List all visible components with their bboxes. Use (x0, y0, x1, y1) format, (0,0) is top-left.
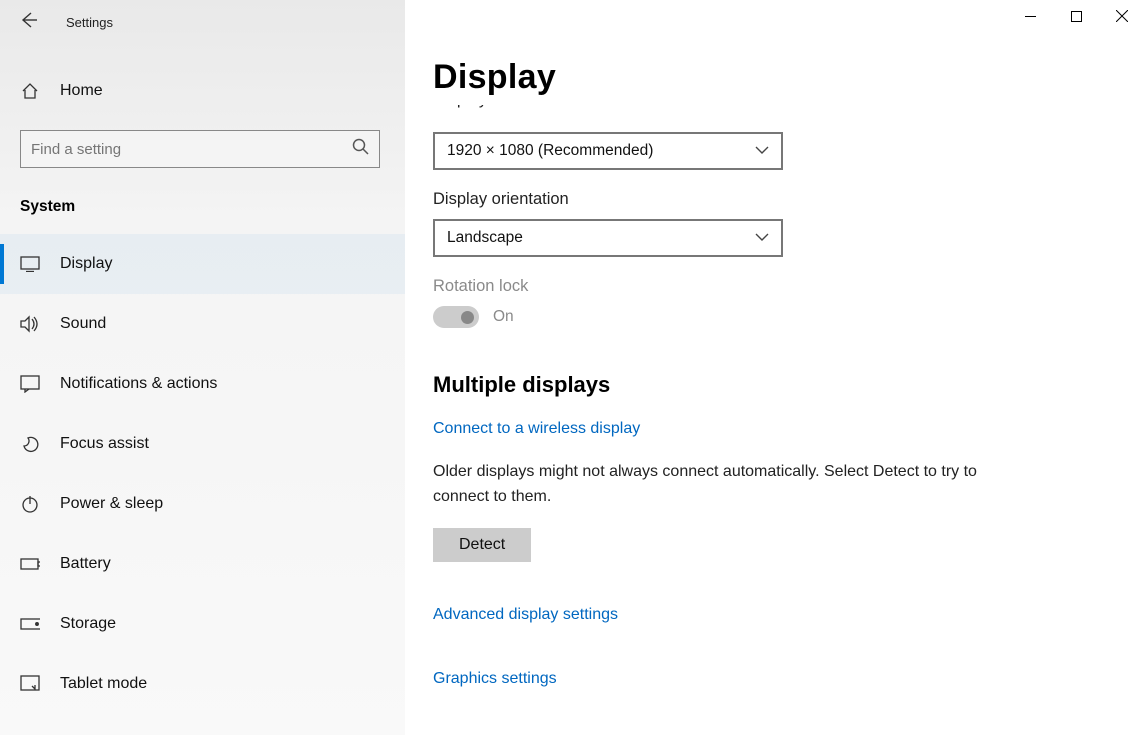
nav-item-display[interactable]: Display (0, 234, 405, 294)
resolution-label: Display resolution (433, 105, 1105, 122)
rotation-lock-toggle[interactable] (433, 306, 479, 328)
nav-item-notifications[interactable]: Notifications & actions (0, 354, 405, 414)
nav-item-label: Power & sleep (60, 495, 163, 513)
nav-item-label: Display (60, 255, 112, 273)
sidebar-category: System (20, 198, 405, 216)
nav-item-label: Storage (60, 615, 116, 633)
connect-wireless-link[interactable]: Connect to a wireless display (433, 420, 640, 438)
display-icon (20, 256, 40, 272)
search-box[interactable] (20, 130, 380, 168)
search-input[interactable] (31, 141, 341, 158)
detect-button[interactable]: Detect (433, 528, 531, 562)
rotation-lock-label: Rotation lock (433, 277, 1105, 296)
nav-item-focus-assist[interactable]: Focus assist (0, 414, 405, 474)
back-button[interactable] (18, 10, 38, 35)
sound-icon (20, 315, 40, 333)
nav-item-power-sleep[interactable]: Power & sleep (0, 474, 405, 534)
nav-item-label: Tablet mode (60, 675, 147, 693)
search-icon (352, 138, 369, 160)
tablet-mode-icon (20, 675, 40, 693)
nav-list: Display Sound Notifications & actions (0, 234, 405, 714)
graphics-settings-link[interactable]: Graphics settings (433, 670, 1105, 688)
page-title: Display (433, 58, 1105, 97)
nav-item-label: Focus assist (60, 435, 149, 453)
nav-item-sound[interactable]: Sound (0, 294, 405, 354)
nav-home[interactable]: Home (0, 66, 405, 116)
nav-item-label: Notifications & actions (60, 375, 217, 393)
nav-item-label: Battery (60, 555, 111, 573)
sidebar: Settings Home System (0, 0, 405, 735)
content-pane: Display Display resolution 1920 × 1080 (… (405, 0, 1145, 735)
multiple-displays-header: Multiple displays (433, 372, 1105, 398)
home-icon (20, 81, 40, 101)
orientation-select[interactable]: Landscape (433, 219, 783, 257)
nav-item-storage[interactable]: Storage (0, 594, 405, 654)
chevron-down-icon (755, 229, 769, 247)
nav-item-label: Sound (60, 315, 106, 333)
chevron-down-icon (755, 142, 769, 160)
resolution-value: 1920 × 1080 (Recommended) (447, 142, 653, 160)
notifications-icon (20, 375, 40, 393)
detect-help-text: Older displays might not always connect … (433, 460, 993, 510)
resolution-select[interactable]: 1920 × 1080 (Recommended) (433, 132, 783, 170)
orientation-value: Landscape (447, 229, 523, 247)
nav-item-battery[interactable]: Battery (0, 534, 405, 594)
orientation-label: Display orientation (433, 190, 1105, 209)
power-icon (20, 494, 40, 514)
rotation-lock-state: On (493, 308, 514, 326)
app-title: Settings (66, 15, 113, 30)
nav-item-tablet-mode[interactable]: Tablet mode (0, 654, 405, 714)
battery-icon (20, 557, 40, 571)
advanced-display-link[interactable]: Advanced display settings (433, 606, 1105, 624)
nav-home-label: Home (60, 82, 103, 100)
storage-icon (20, 618, 40, 630)
focus-assist-icon (20, 434, 40, 454)
